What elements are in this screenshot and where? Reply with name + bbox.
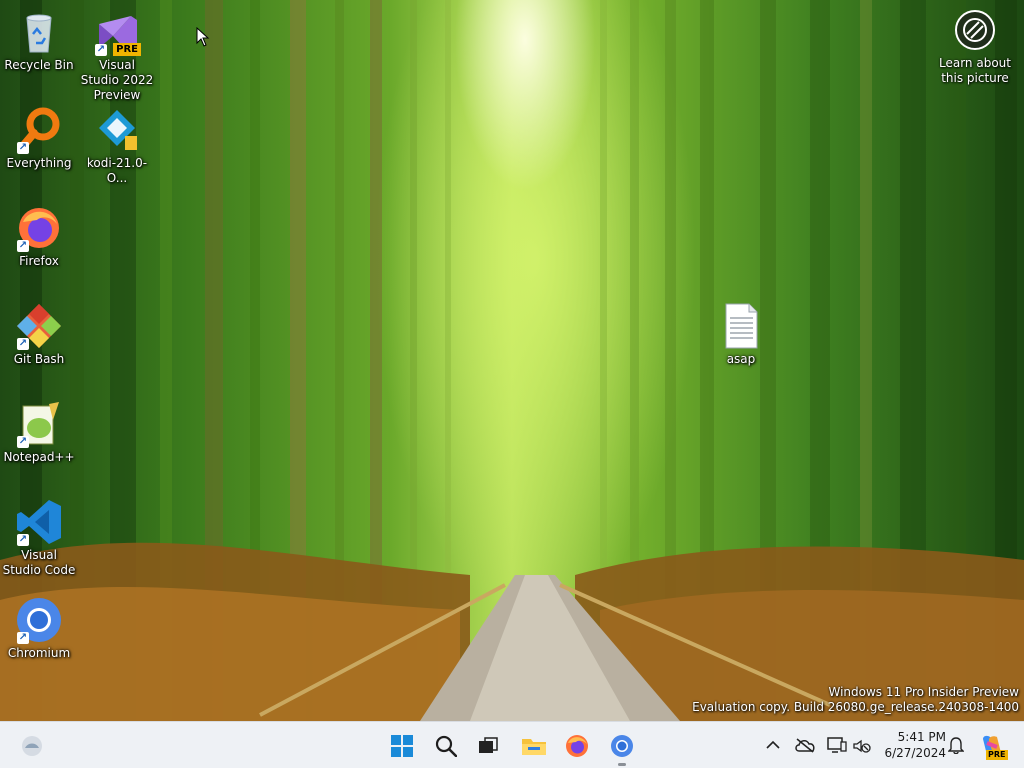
visual-studio-preview-icon: PRE ↗ [93, 8, 141, 56]
desktop-icon-label: kodi-21.0-O... [86, 156, 148, 185]
notifications-bell-icon [948, 737, 964, 754]
clock-date: 6/27/2024 [884, 746, 946, 760]
notifications-button[interactable] [945, 734, 967, 756]
kodi-installer-icon [93, 106, 141, 154]
search-icon [435, 735, 457, 757]
learn-about-this-picture[interactable]: Learn about this picture [935, 10, 1015, 86]
text-file-icon [717, 302, 765, 350]
chromium-icon: ↗ [15, 596, 63, 644]
shortcut-arrow-icon: ↗ [17, 240, 29, 252]
desktop-icon-label: Recycle Bin [4, 58, 74, 72]
desktop-icon-visual-studio-preview[interactable]: PRE ↗ Visual Studio 2022 Preview [79, 8, 155, 103]
onedrive-status-button[interactable] [794, 734, 816, 756]
file-explorer-icon [522, 739, 546, 755]
desktop-icon-firefox[interactable]: ↗ Firefox [1, 204, 77, 269]
widgets-icon [22, 736, 42, 756]
desktop-icon-vscode[interactable]: ↗ Visual Studio Code [1, 498, 77, 578]
recycle-bin-icon [15, 8, 63, 56]
desktop-icon-label: Everything [6, 156, 72, 170]
onedrive-offline-icon [795, 738, 815, 753]
widgets-button[interactable] [16, 730, 48, 762]
shortcut-arrow-icon: ↗ [17, 534, 29, 546]
desktop-icon-label: Visual Studio Code [2, 548, 76, 577]
chromium-icon [611, 735, 633, 757]
windows-watermark: Windows 11 Pro Insider Preview Evaluatio… [692, 685, 1019, 715]
task-view-button[interactable] [472, 730, 504, 762]
desktop-icon-recycle-bin[interactable]: Recycle Bin [1, 8, 77, 73]
clock[interactable]: 5:41 PM 6/27/2024 [876, 729, 946, 761]
desktop-icon-git-bash[interactable]: ↗ Git Bash [1, 302, 77, 367]
desktop-icon-label: Notepad++ [3, 450, 75, 464]
vscode-icon: ↗ [15, 498, 63, 546]
notepad-plus-plus-icon: ↗ [15, 400, 63, 448]
shortcut-arrow-icon: ↗ [95, 44, 107, 56]
clock-time: 5:41 PM [897, 730, 946, 744]
desktop-icon-label: Firefox [19, 254, 59, 268]
taskbar: 5:41 PM 6/27/2024 PRE [0, 721, 1024, 768]
shortcut-arrow-icon: ↗ [17, 338, 29, 350]
shortcut-arrow-icon: ↗ [17, 142, 29, 154]
start-button[interactable] [386, 730, 418, 762]
git-bash-icon: ↗ [15, 302, 63, 350]
camera-info-icon [955, 10, 995, 50]
chromium-taskbar-button[interactable] [606, 730, 638, 766]
firefox-taskbar-button[interactable] [561, 730, 593, 762]
desktop-icon-label: Visual Studio 2022 Preview [80, 58, 154, 102]
firefox-icon [566, 735, 588, 757]
watermark-build: Evaluation copy. Build 26080.ge_release.… [692, 700, 1019, 714]
desktop-icon-asap[interactable]: asap [703, 302, 779, 367]
desktop-icon-chromium[interactable]: ↗ Chromium [1, 596, 77, 661]
running-indicator [618, 763, 626, 766]
copilot-preview-badge: PRE [986, 750, 1008, 760]
network-volume-button[interactable] [851, 734, 873, 756]
everything-search-icon: ↗ [15, 106, 63, 154]
task-view-icon [479, 737, 498, 753]
file-explorer-button[interactable] [518, 730, 550, 762]
show-hidden-icons-button[interactable] [762, 734, 784, 756]
desktop-icon-notepad-plus-plus[interactable]: ↗ Notepad++ [1, 400, 77, 465]
desktop[interactable]: Recycle Bin PRE ↗ Visual Studio 2022 Pre… [0, 0, 1024, 721]
shortcut-arrow-icon: ↗ [17, 632, 29, 644]
desktop-icon-label: asap [726, 352, 756, 366]
watermark-edition: Windows 11 Pro Insider Preview [828, 685, 1019, 699]
display-icon [827, 737, 847, 753]
copilot-button[interactable]: PRE [978, 732, 1008, 760]
desktop-icon-kodi[interactable]: kodi-21.0-O... [79, 106, 155, 186]
shortcut-arrow-icon: ↗ [17, 436, 29, 448]
search-button[interactable] [430, 730, 462, 762]
desktop-icon-label: Git Bash [13, 352, 65, 366]
mouse-cursor-icon [196, 27, 210, 47]
desktop-icon-label: Chromium [7, 646, 71, 660]
start-icon [391, 735, 413, 757]
learn-about-label: Learn about this picture [939, 56, 1011, 85]
desktop-icon-everything[interactable]: ↗ Everything [1, 106, 77, 171]
chevron-up-icon [766, 740, 780, 749]
preview-badge: PRE [113, 43, 141, 56]
firefox-icon: ↗ [15, 204, 63, 252]
display-button[interactable] [826, 734, 848, 756]
network-volume-icon [853, 739, 871, 753]
